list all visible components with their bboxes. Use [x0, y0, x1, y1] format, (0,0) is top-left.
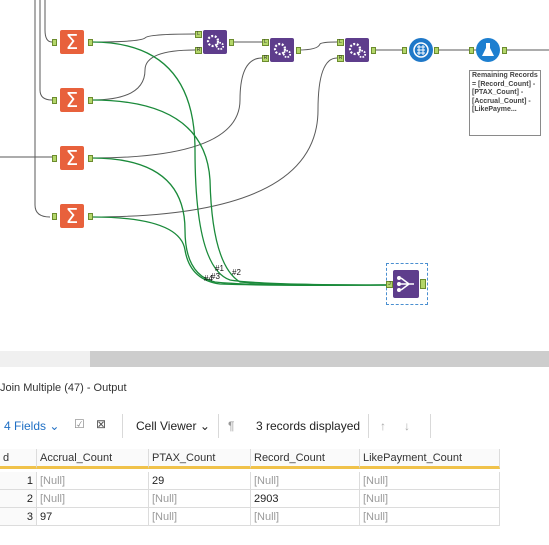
- wire-label-4: #4: [204, 274, 213, 283]
- right-input-anchor[interactable]: R: [262, 55, 269, 62]
- table-cell[interactable]: [Null]: [149, 508, 251, 526]
- output-anchor[interactable]: [88, 39, 93, 46]
- flask-icon: [482, 43, 494, 56]
- divider: [368, 414, 369, 438]
- sigma-icon: Σ: [65, 88, 79, 112]
- results-title: Join Multiple (47) - Output: [0, 382, 127, 394]
- table-cell[interactable]: 97: [37, 508, 149, 526]
- join-tool-1[interactable]: [203, 30, 227, 54]
- table-row[interactable]: 3 97 [Null] [Null] [Null]: [0, 508, 500, 526]
- output-anchor[interactable]: [434, 47, 439, 54]
- table-header-cell[interactable]: Accrual_Count: [37, 449, 149, 469]
- tool-annotation: Remaining Records = [Record_Count] - [PT…: [469, 70, 541, 136]
- gears-icon: [206, 34, 225, 51]
- divider: [122, 414, 123, 438]
- divider: [218, 414, 219, 438]
- table-row[interactable]: 1 [Null] 29 [Null] [Null]: [0, 472, 500, 490]
- join-multiple-icon: [397, 276, 414, 292]
- left-input-anchor[interactable]: L: [262, 39, 269, 46]
- summarize-tool-1[interactable]: Σ: [60, 30, 84, 54]
- table-row[interactable]: 2 [Null] [Null] 2903 [Null]: [0, 490, 500, 508]
- table-cell[interactable]: [Null]: [360, 490, 500, 508]
- join-tool-2[interactable]: [270, 38, 294, 62]
- right-input-anchor[interactable]: R: [337, 55, 344, 62]
- table-cell[interactable]: 2903: [251, 490, 360, 508]
- summarize-tool-4[interactable]: Σ: [60, 204, 84, 228]
- results-panel-header: Join Multiple (47) - Output: [0, 372, 549, 402]
- join-tool-3[interactable]: [345, 38, 369, 62]
- output-anchor[interactable]: [229, 39, 234, 46]
- arrow-up-icon[interactable]: ↑: [380, 419, 386, 433]
- table-header-cell[interactable]: d: [0, 449, 37, 469]
- test-tool[interactable]: [476, 38, 500, 62]
- output-anchor[interactable]: [88, 155, 93, 162]
- output-anchor[interactable]: [371, 47, 376, 54]
- divider: [430, 414, 431, 438]
- table-cell[interactable]: [Null]: [360, 472, 500, 490]
- table-header-cell[interactable]: LikePayment_Count: [360, 449, 500, 469]
- table-header-cell[interactable]: PTAX_Count: [149, 449, 251, 469]
- scrollbar-thumb[interactable]: [90, 351, 549, 367]
- left-input-anchor[interactable]: L: [337, 39, 344, 46]
- summarize-tool-2[interactable]: Σ: [60, 88, 84, 112]
- wire-label-2: #2: [232, 268, 241, 277]
- pilcrow-icon[interactable]: ¶: [228, 419, 234, 433]
- gears-icon: [273, 42, 292, 59]
- output-anchor[interactable]: [88, 213, 93, 220]
- dynamic-rename-tool[interactable]: [409, 38, 433, 62]
- input-anchor[interactable]: [52, 97, 57, 104]
- input-anchor[interactable]: [52, 213, 57, 220]
- table-header-cell[interactable]: Record_Count: [251, 449, 360, 469]
- row-number: 1: [0, 472, 37, 490]
- sigma-icon: Σ: [65, 204, 79, 228]
- records-count: 3 records displayed: [256, 419, 361, 433]
- table-cell[interactable]: [Null]: [37, 490, 149, 508]
- output-anchor[interactable]: [502, 47, 507, 54]
- horizontal-scrollbar[interactable]: [0, 351, 549, 367]
- row-number: 3: [0, 508, 37, 526]
- join-input-anchor[interactable]: J: [386, 281, 393, 288]
- checkbox-icon[interactable]: ☑: [74, 417, 85, 431]
- input-anchor[interactable]: [402, 47, 407, 54]
- table-header-row: d Accrual_Count PTAX_Count Record_Count …: [0, 449, 500, 469]
- sigma-icon: Σ: [65, 146, 79, 170]
- left-input-anchor[interactable]: L: [195, 31, 202, 38]
- close-box-icon[interactable]: ⊠: [96, 417, 106, 431]
- table-cell[interactable]: [Null]: [251, 472, 360, 490]
- row-number: 2: [0, 490, 37, 508]
- table-cell[interactable]: 29: [149, 472, 251, 490]
- chevron-down-icon: ⌄: [199, 419, 210, 433]
- summarize-tool-3[interactable]: Σ: [60, 146, 84, 170]
- table-cell[interactable]: [Null]: [149, 490, 251, 508]
- grid-globe-icon: [413, 42, 429, 58]
- input-anchor[interactable]: [469, 47, 474, 54]
- chevron-down-icon: ⌄: [49, 419, 60, 433]
- output-anchor[interactable]: [420, 279, 426, 289]
- workflow-canvas[interactable]: Σ Σ Σ Σ L R L R L R Remaining Records = …: [0, 0, 549, 351]
- table-cell[interactable]: [Null]: [37, 472, 149, 490]
- join-multiple-tool[interactable]: [393, 270, 419, 298]
- arrow-down-icon[interactable]: ↓: [404, 419, 410, 433]
- right-input-anchor[interactable]: R: [195, 47, 202, 54]
- output-anchor[interactable]: [88, 97, 93, 104]
- fields-dropdown[interactable]: 4 Fields ⌄: [4, 419, 59, 433]
- gears-icon: [348, 42, 367, 59]
- table-cell[interactable]: [Null]: [360, 508, 500, 526]
- table-cell[interactable]: [Null]: [251, 508, 360, 526]
- output-anchor[interactable]: [296, 47, 301, 54]
- sigma-icon: Σ: [65, 30, 79, 54]
- input-anchor[interactable]: [52, 155, 57, 162]
- cell-viewer-dropdown[interactable]: Cell Viewer ⌄: [136, 419, 210, 433]
- results-toolbar: 4 Fields ⌄ ☑ ⊠ Cell Viewer ⌄ ¶ 3 records…: [0, 408, 549, 446]
- input-anchor[interactable]: [52, 39, 57, 46]
